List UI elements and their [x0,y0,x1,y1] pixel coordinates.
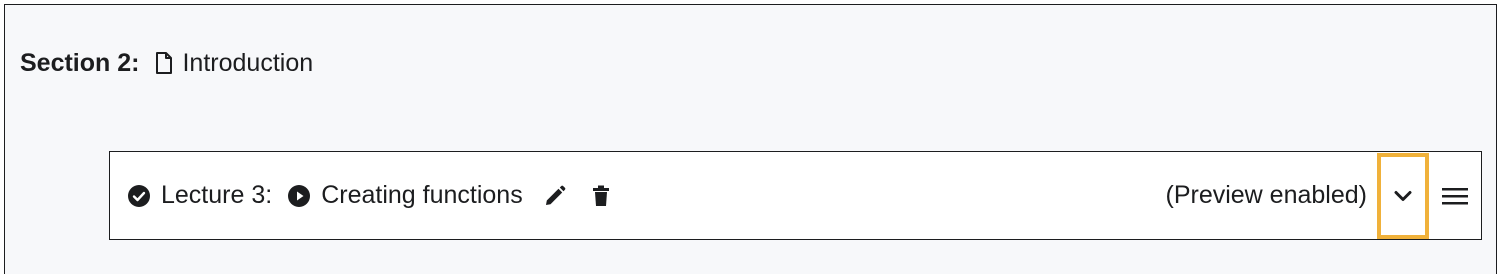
section-label: Section 2: [20,49,140,77]
play-circle-icon [287,184,311,208]
section-header: Section 2: Introduction [20,47,313,79]
lecture-title: Creating functions [321,181,523,209]
curriculum-section: Section 2: Introduction Lecture 3: Creat… [4,4,1497,274]
expand-button[interactable] [1377,152,1429,239]
trash-icon[interactable] [591,184,611,208]
drag-handle-button[interactable] [1429,153,1481,239]
check-circle-icon [127,184,151,208]
preview-status: (Preview enabled) [1165,181,1368,209]
lecture-label: Lecture 3: [161,181,273,209]
section-title: Introduction [182,49,314,77]
hamburger-menu-icon [1441,184,1469,208]
file-icon [154,51,174,75]
pencil-icon[interactable] [543,184,567,208]
lecture-item[interactable]: Lecture 3: Creating functions (Preview e… [109,151,1482,240]
chevron-down-icon [1391,184,1415,208]
